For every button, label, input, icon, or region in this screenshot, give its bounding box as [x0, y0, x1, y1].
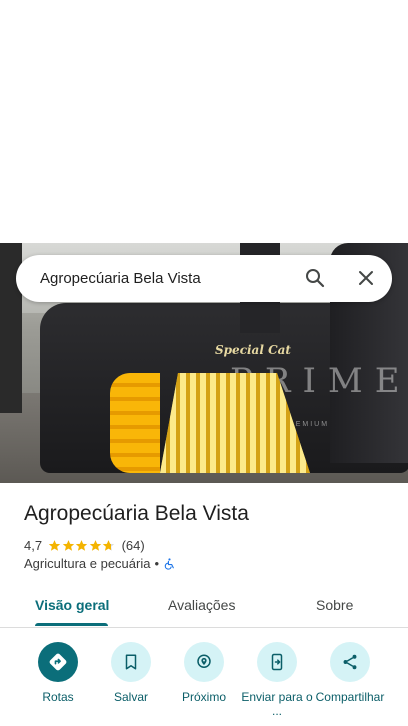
- search-input[interactable]: Agropecúaria Bela Vista: [40, 270, 201, 287]
- nearby-label: Próximo: [181, 690, 226, 704]
- send-to-phone-button[interactable]: Enviar para o ...: [239, 642, 315, 718]
- nearby-icon: [197, 654, 211, 668]
- bookmark-icon: [125, 654, 137, 670]
- nearby-button[interactable]: Próximo: [166, 642, 242, 704]
- tab-reviews[interactable]: Avaliações: [168, 597, 235, 613]
- star-icon: [75, 539, 88, 551]
- share-label: Compartilhar: [315, 690, 385, 704]
- active-tab-indicator: [35, 623, 108, 626]
- share-icon: [343, 654, 357, 670]
- photo-yellow-bowls: [110, 373, 160, 473]
- map-area-blank: [0, 0, 408, 243]
- share-button[interactable]: Compartilhar: [312, 642, 388, 704]
- place-category: Agricultura e pecuária: [24, 556, 151, 571]
- wheelchair-icon: [164, 557, 174, 570]
- category-row: Agricultura e pecuária •: [24, 556, 176, 571]
- save-button[interactable]: Salvar: [93, 642, 169, 704]
- rating-value: 4,7: [24, 537, 43, 553]
- star-icon: [89, 539, 101, 551]
- directions-circle: [38, 642, 78, 682]
- rating-row[interactable]: 4,7 (64): [24, 536, 145, 554]
- tab-overview[interactable]: Visão geral: [35, 597, 109, 613]
- send-to-phone-circle: [257, 642, 297, 682]
- separator-dot: •: [154, 556, 160, 571]
- tab-about[interactable]: Sobre: [316, 597, 353, 613]
- star-icon: [62, 539, 74, 551]
- directions-button[interactable]: Rotas: [20, 642, 96, 704]
- directions-label: Rotas: [42, 690, 74, 704]
- place-tabs: Visão geral Avaliações Sobre: [0, 585, 408, 628]
- search-icon[interactable]: [303, 266, 327, 290]
- save-circle: [111, 642, 151, 682]
- close-icon[interactable]: [354, 266, 378, 290]
- place-title: Agropecúaria Bela Vista: [24, 502, 249, 525]
- nearby-circle: [184, 642, 224, 682]
- share-circle: [330, 642, 370, 682]
- save-label: Salvar: [113, 690, 148, 704]
- photo-banner-brand: Special Cat: [215, 343, 291, 357]
- search-bar[interactable]: Agropecúaria Bela Vista: [16, 255, 392, 302]
- directions-icon: [49, 653, 67, 671]
- action-bar: Rotas Salvar Próximo Enviar para o ... C…: [0, 642, 408, 726]
- review-count[interactable]: (64): [122, 538, 145, 553]
- send-to-phone-label: Enviar para o ...: [241, 690, 313, 718]
- rating-stars: [48, 539, 116, 552]
- send-to-phone-icon: [271, 653, 283, 671]
- star-half-icon: [102, 539, 115, 551]
- star-icon: [48, 539, 61, 551]
